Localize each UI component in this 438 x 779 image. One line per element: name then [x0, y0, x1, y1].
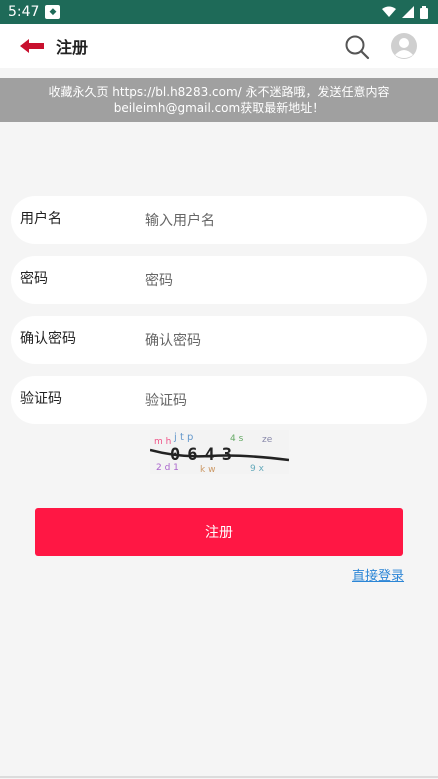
bottom-divider: [0, 776, 438, 778]
svg-text:j t p: j t p: [173, 432, 193, 443]
captcha-label: 验证码: [20, 391, 62, 407]
back-arrow-icon: [20, 39, 44, 53]
search-icon: [345, 35, 370, 60]
wifi-icon: [382, 6, 396, 17]
captcha-code: 0643: [170, 445, 239, 465]
page-title: 注册: [56, 38, 89, 57]
notice-line-1: 收藏永久页 https://bl.h8283.com/ 永不迷路哦，发送任意内容: [48, 85, 390, 99]
confirm-password-label: 确认密码: [20, 331, 76, 347]
avatar-button[interactable]: [391, 33, 417, 59]
svg-text:m h: m h: [154, 437, 171, 447]
register-button[interactable]: 注册: [35, 508, 403, 556]
signal-icon: [402, 6, 414, 18]
username-row: 用户名: [11, 196, 427, 244]
status-icons: [382, 5, 428, 19]
captcha-image[interactable]: m h j t p 4 s ze 2 d 1 k w 9 x 0643: [150, 430, 289, 474]
svg-text:4 s: 4 s: [230, 434, 244, 444]
status-time: 5:47: [8, 4, 40, 20]
password-row: 密码: [11, 256, 427, 304]
username-input[interactable]: [143, 208, 407, 234]
app-header: 注册: [0, 24, 438, 68]
battery-icon: [420, 5, 428, 19]
svg-text:k w: k w: [200, 465, 215, 474]
username-label: 用户名: [20, 211, 62, 227]
captcha-row: 验证码: [11, 376, 427, 424]
password-label: 密码: [20, 271, 48, 287]
avatar-icon: [391, 33, 417, 59]
svg-text:9 x: 9 x: [250, 464, 265, 474]
captcha-input[interactable]: [143, 388, 407, 414]
svg-text:ze: ze: [262, 435, 273, 445]
confirm-password-row: 确认密码: [11, 316, 427, 364]
back-button[interactable]: [20, 36, 48, 56]
notice-line-2: beileimh@gmail.com获取最新地址！: [113, 101, 325, 115]
search-button[interactable]: [344, 34, 370, 60]
notice-banner: 收藏永久页 https://bl.h8283.com/ 永不迷路哦，发送任意内容…: [0, 78, 438, 122]
password-input[interactable]: [143, 268, 407, 294]
confirm-password-input[interactable]: [143, 328, 407, 354]
status-bar: 5:47 ◆: [0, 0, 438, 24]
app-badge-icon: ◆: [45, 5, 61, 19]
login-link[interactable]: 直接登录: [352, 565, 404, 584]
